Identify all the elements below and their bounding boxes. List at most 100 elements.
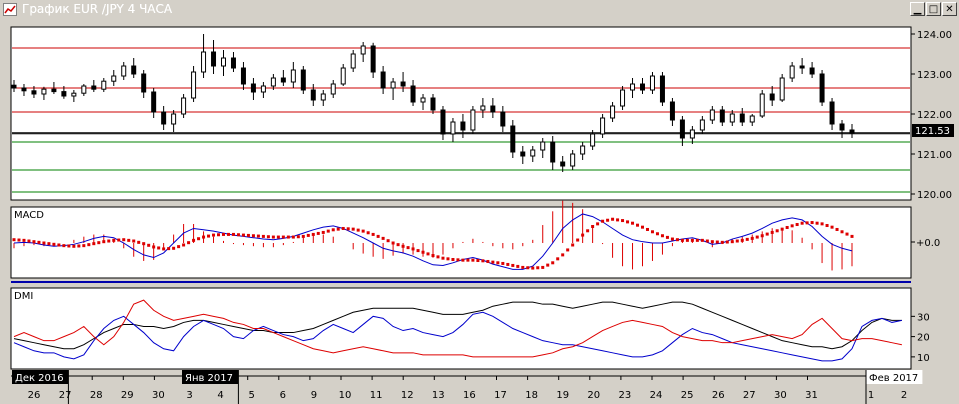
dmi-tick-label: 10 xyxy=(917,353,930,364)
candle-body xyxy=(141,73,147,93)
macd-signal-dot xyxy=(366,231,370,235)
dmi-plot-area xyxy=(10,287,912,370)
candle-body xyxy=(360,45,366,55)
minimize-button[interactable]: ▁ xyxy=(910,2,925,16)
time-tick-label: 29 xyxy=(121,390,134,401)
macd-signal-dot xyxy=(516,264,520,268)
candle-body xyxy=(11,84,17,89)
macd-signal-dot xyxy=(735,239,739,243)
macd-signal-dot xyxy=(226,232,230,236)
macd-signal-dot xyxy=(670,237,674,241)
macd-signal-dot xyxy=(246,233,250,237)
candle-body xyxy=(789,65,795,79)
candle-body xyxy=(300,69,306,91)
macd-signal-dot xyxy=(92,242,96,246)
macd-signal-dot xyxy=(645,227,649,231)
close-button[interactable]: ✕ xyxy=(942,2,957,16)
macd-signal-dot xyxy=(356,228,360,232)
macd-signal-dot xyxy=(795,223,799,227)
macd-signal-dot xyxy=(775,229,779,233)
macd-signal-dot xyxy=(231,232,235,236)
macd-signal-dot xyxy=(581,233,585,237)
candle-body xyxy=(739,113,745,123)
candle-body xyxy=(460,121,466,131)
macd-plot-area xyxy=(10,206,912,279)
macd-signal-dot xyxy=(192,238,196,242)
maximize-button[interactable]: □ xyxy=(926,2,941,16)
macd-signal-dot xyxy=(655,232,659,236)
time-tick-label: 30 xyxy=(774,390,787,401)
candle-body xyxy=(649,75,655,91)
time-tick-label: 11 xyxy=(370,390,383,401)
macd-signal-dot xyxy=(596,222,600,226)
macd-signal-dot xyxy=(77,244,81,248)
candle-body xyxy=(819,73,825,103)
dmi-panel[interactable]: 30 20 10 DMI xyxy=(10,287,930,370)
macd-signal-dot xyxy=(87,243,91,247)
candle-body xyxy=(590,133,596,147)
candle-body xyxy=(91,85,97,90)
candle-body xyxy=(580,145,586,155)
dmi-axis: 30 20 10 xyxy=(911,312,930,364)
candle-body xyxy=(679,119,685,139)
period-label: Фев 2017 xyxy=(869,373,918,384)
candle-body xyxy=(230,57,236,69)
price-axis: 124.00 123.00 122.00 121.00 120.00 xyxy=(911,30,952,201)
macd-signal-dot xyxy=(770,230,774,234)
macd-signal-dot xyxy=(700,238,704,242)
macd-signal-dot xyxy=(207,234,211,238)
price-plot-area xyxy=(10,26,912,201)
macd-signal-dot xyxy=(301,234,305,238)
macd-signal-dot xyxy=(17,238,21,242)
macd-signal-dot xyxy=(680,238,684,242)
macd-signal-dot xyxy=(47,242,51,246)
macd-signal-dot xyxy=(730,240,734,244)
dmi-label: DMI xyxy=(14,291,33,302)
macd-signal-dot xyxy=(241,233,245,237)
macd-signal-dot xyxy=(690,238,694,242)
macd-signal-dot xyxy=(636,223,640,227)
macd-signal-dot xyxy=(815,221,819,225)
candle-body xyxy=(490,105,496,113)
macd-panel[interactable]: MACD +0.0 xyxy=(10,200,940,279)
macd-signal-dot xyxy=(107,239,111,243)
macd-signal-dot xyxy=(765,232,769,236)
macd-signal-dot xyxy=(371,232,375,236)
candle-body xyxy=(211,51,217,67)
candle-body xyxy=(729,113,735,123)
macd-signal-dot xyxy=(271,235,275,239)
macd-signal-dot xyxy=(311,232,315,236)
macd-signal-dot xyxy=(351,227,355,231)
candle-body xyxy=(799,65,805,69)
title-bar[interactable]: График EUR /JPY 4 ЧАСА ▁ □ ✕ xyxy=(0,0,959,20)
macd-signal-dot xyxy=(37,240,41,244)
macd-signal-dot xyxy=(641,225,644,229)
candle-body xyxy=(839,123,845,131)
candle-body xyxy=(320,93,326,101)
macd-signal-dot xyxy=(396,243,400,247)
macd-signal-dot xyxy=(261,234,265,238)
candle-body xyxy=(201,51,207,73)
macd-signal-dot xyxy=(511,263,515,267)
candle-body xyxy=(420,97,426,103)
macd-signal-dot xyxy=(157,246,161,250)
dmi-tick-label: 30 xyxy=(917,312,930,323)
macd-signal-dot xyxy=(27,239,31,243)
candle-body xyxy=(410,85,416,103)
last-price-label: 121.53 xyxy=(915,126,950,137)
macd-signal-dot xyxy=(486,259,490,263)
macd-signal-dot xyxy=(381,236,385,240)
time-tick-label: 19 xyxy=(556,390,569,401)
time-tick-label: 12 xyxy=(401,390,414,401)
candle-body xyxy=(769,93,775,101)
macd-signal-dot xyxy=(411,247,415,251)
macd-signal-dot xyxy=(132,239,136,243)
period-label: Дек 2016 xyxy=(15,373,64,384)
macd-signal-dot xyxy=(820,222,824,226)
macd-signal-dot xyxy=(800,221,804,225)
price-panel[interactable]: 124.00 123.00 122.00 121.00 120.00 121.53 xyxy=(10,26,954,201)
macd-signal-dot xyxy=(740,238,744,242)
time-tick-label: 5 xyxy=(249,390,255,401)
time-tick-label: 18 xyxy=(525,390,538,401)
macd-signal-dot xyxy=(705,239,709,243)
